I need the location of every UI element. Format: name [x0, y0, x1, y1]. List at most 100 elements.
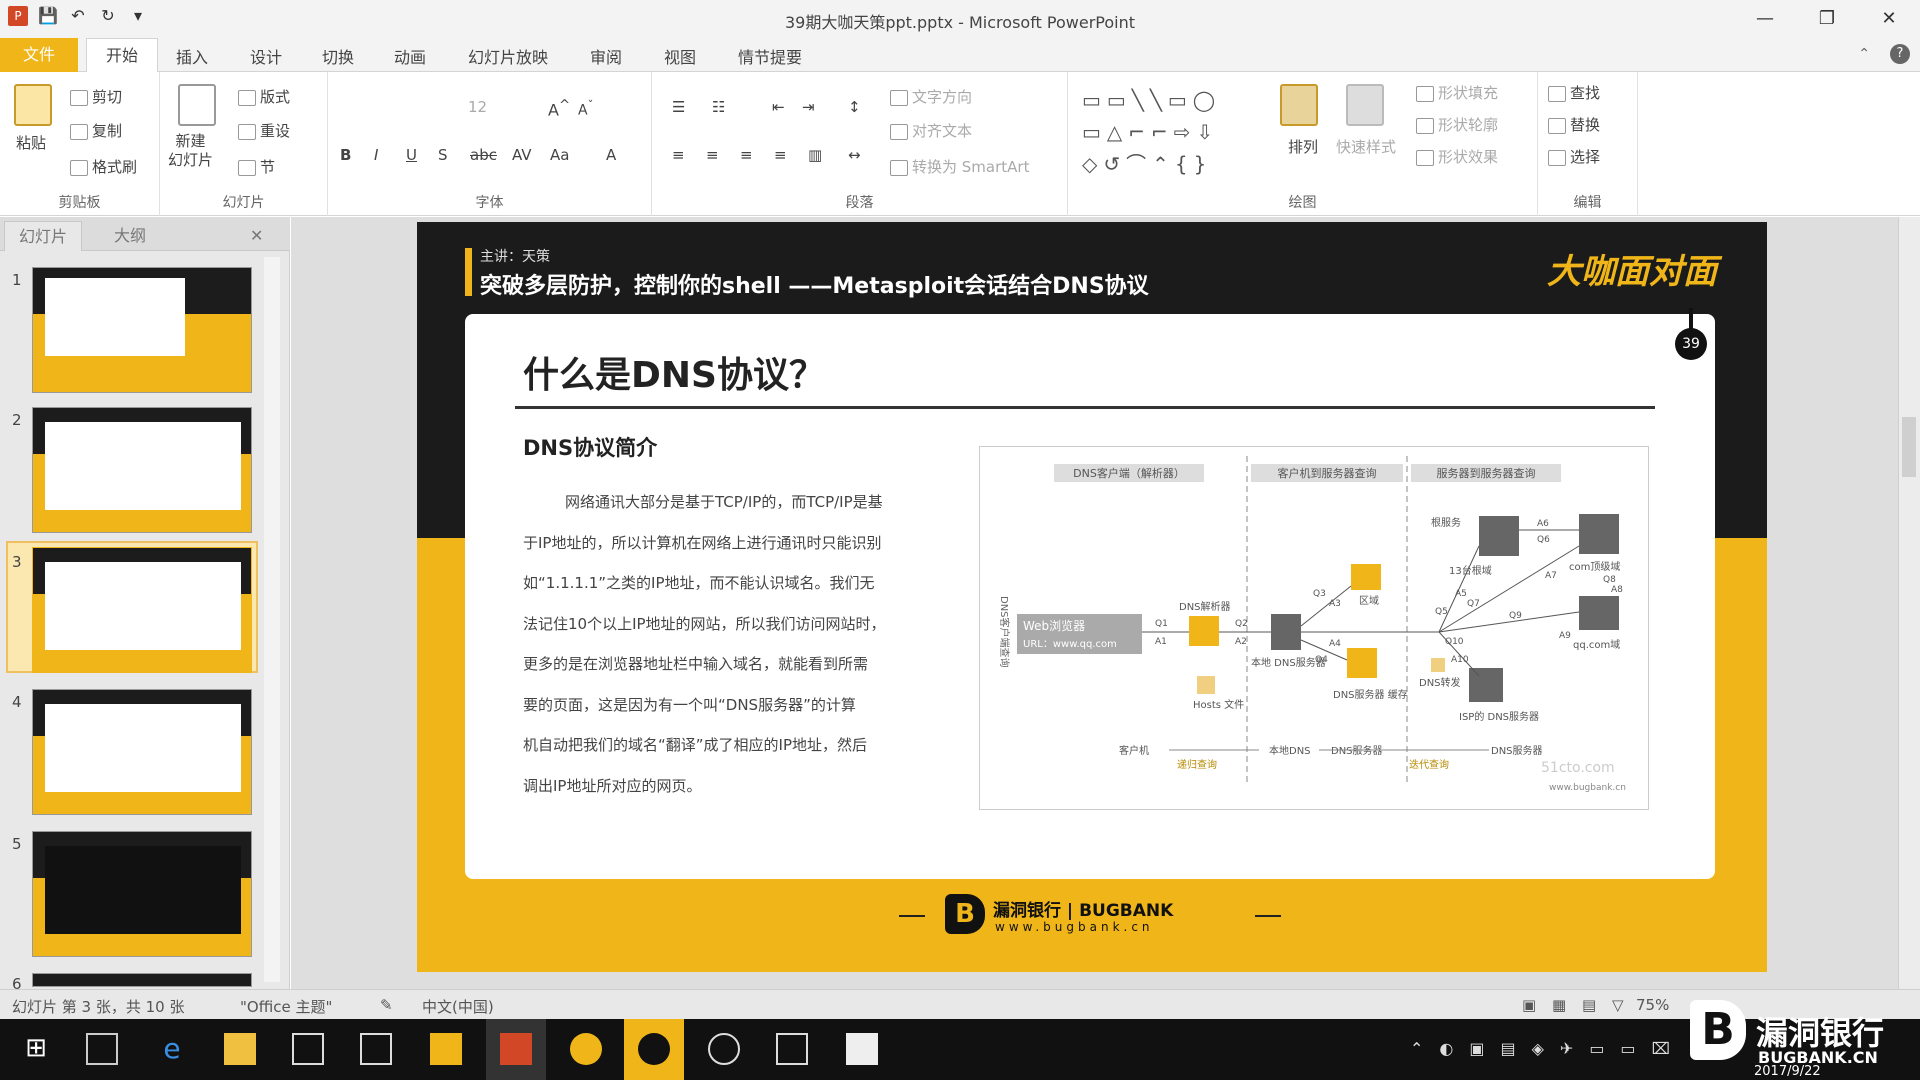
tab-insert[interactable]: 插入: [176, 44, 208, 68]
shrink-font-icon[interactable]: Aˇ: [578, 98, 593, 119]
tab-slideshow[interactable]: 幻灯片放映: [468, 44, 548, 68]
minimize-button[interactable]: —: [1734, 0, 1796, 38]
reset-button[interactable]: 重设: [238, 120, 290, 141]
tab-animations[interactable]: 动画: [394, 44, 426, 68]
slide-thumbnail-5[interactable]: [32, 831, 252, 957]
cut-button[interactable]: 剪切: [70, 86, 122, 107]
align-right-icon[interactable]: ≡: [740, 146, 753, 164]
text-direction-icon[interactable]: ↔: [848, 146, 861, 164]
edge-icon[interactable]: e: [156, 1033, 188, 1065]
close-button[interactable]: ✕: [1858, 0, 1920, 38]
shape-effects-button[interactable]: 形状效果: [1416, 146, 1498, 167]
tab-view[interactable]: 视图: [664, 44, 696, 68]
brand-logo: 大咖面对面: [1547, 252, 1717, 292]
tab-design[interactable]: 设计: [250, 44, 282, 68]
bold-icon[interactable]: B: [340, 146, 351, 164]
chrome-icon[interactable]: [570, 1033, 602, 1065]
vertical-scrollbar[interactable]: [1898, 217, 1920, 989]
terminal-icon[interactable]: [776, 1033, 808, 1065]
new-slide-icon[interactable]: [178, 84, 216, 126]
pane-scrollbar[interactable]: [264, 257, 280, 982]
thumb-card: [45, 562, 241, 650]
restore-button[interactable]: ❐: [1796, 0, 1858, 38]
resolver-icon: [1189, 616, 1219, 646]
windows-start-icon[interactable]: ⊞: [20, 1033, 52, 1065]
browser-label: Web浏览器: [1023, 618, 1085, 633]
language-indicator[interactable]: 中文(中国): [422, 996, 494, 1017]
replace-button[interactable]: 替换: [1548, 114, 1600, 135]
smartart-button[interactable]: 转换为 SmartArt: [890, 156, 1029, 177]
increase-indent-icon[interactable]: ⇥: [802, 98, 815, 116]
zoom-level[interactable]: 75%: [1636, 996, 1669, 1014]
columns-icon[interactable]: ▥: [808, 146, 822, 164]
change-case-icon[interactable]: Aa: [550, 146, 569, 164]
body-line: 如“1.1.1.1”之类的IP地址，而不能认识域名。我们无: [523, 574, 875, 592]
shadow-icon[interactable]: S: [438, 146, 448, 164]
scroll-thumb[interactable]: [1902, 417, 1916, 477]
select-button[interactable]: 选择: [1548, 146, 1600, 167]
help-icon[interactable]: ?: [1890, 44, 1910, 64]
slideshow-view-icon[interactable]: ▽: [1612, 996, 1624, 1014]
normal-view-icon[interactable]: ▣: [1522, 996, 1536, 1014]
quick-styles-button[interactable]: 快速样式: [1336, 136, 1396, 157]
char-spacing-icon[interactable]: AV: [512, 146, 532, 164]
numbering-icon[interactable]: ☷: [712, 98, 725, 116]
copy-button[interactable]: 复制: [70, 120, 122, 141]
notepad-icon[interactable]: [846, 1033, 878, 1065]
tab-slides-pane[interactable]: 幻灯片: [4, 221, 83, 251]
new-slide-button[interactable]: 新建 幻灯片: [168, 132, 213, 170]
arrange-icon[interactable]: [1280, 84, 1318, 126]
tab-review[interactable]: 审阅: [590, 44, 622, 68]
tab-file[interactable]: 文件: [0, 38, 78, 72]
slide-thumbnail-1[interactable]: [32, 267, 252, 393]
text-direction-button[interactable]: 文字方向: [890, 86, 972, 107]
justify-icon[interactable]: ≡: [774, 146, 787, 164]
underline-icon[interactable]: U: [406, 146, 417, 164]
store-icon[interactable]: [292, 1033, 324, 1065]
tab-storyboarding[interactable]: 情节提要: [738, 44, 802, 68]
shapes-gallery[interactable]: ▭▭╲╲▭◯ ▭△⌐⌐⇨⇩ ◇↺⌒⌃{}: [1082, 84, 1262, 180]
tab-outline-pane[interactable]: 大纲: [100, 221, 160, 251]
font-color-icon[interactable]: A: [606, 146, 616, 164]
decrease-indent-icon[interactable]: ⇤: [772, 98, 785, 116]
mail-icon[interactable]: [360, 1033, 392, 1065]
align-text-button[interactable]: 对齐文本: [890, 120, 972, 141]
shape-outline-button[interactable]: 形状轮廓: [1416, 114, 1498, 135]
quick-styles-icon[interactable]: [1346, 84, 1384, 126]
task-view-icon[interactable]: [86, 1033, 118, 1065]
slide-sorter-icon[interactable]: ▦: [1552, 996, 1566, 1014]
strikethrough-icon[interactable]: abc: [470, 146, 497, 164]
pane-close-icon[interactable]: ✕: [250, 221, 263, 251]
collapse-ribbon-icon[interactable]: ⌃: [1858, 46, 1870, 62]
reading-view-icon[interactable]: ▤: [1582, 996, 1596, 1014]
italic-icon[interactable]: I: [374, 146, 378, 164]
tab-home[interactable]: 开始: [86, 38, 158, 73]
slide-thumbnail-6[interactable]: [32, 973, 252, 987]
bullets-icon[interactable]: ☰: [672, 98, 685, 116]
line-spacing-icon[interactable]: ↕: [848, 98, 861, 116]
paste-button[interactable]: 粘贴: [16, 132, 46, 153]
grow-font-icon[interactable]: A^: [548, 98, 570, 119]
shape-fill-button[interactable]: 形状填充: [1416, 82, 1498, 103]
obs-icon[interactable]: [708, 1033, 740, 1065]
system-tray[interactable]: ⌃◐▣▤◈✈▭▭⌧: [1410, 1039, 1686, 1058]
file-explorer-icon[interactable]: [224, 1033, 256, 1065]
arrange-button[interactable]: 排列: [1288, 136, 1318, 157]
powerpoint-taskbar-icon[interactable]: [500, 1033, 532, 1065]
spellcheck-icon[interactable]: ✎: [380, 996, 393, 1014]
tab-transitions[interactable]: 切换: [322, 44, 354, 68]
font-size-select[interactable]: 12: [468, 98, 487, 116]
format-painter-button[interactable]: 格式刷: [70, 156, 137, 177]
theme-name: "Office 主题": [240, 998, 333, 1016]
find-button[interactable]: 查找: [1548, 82, 1600, 103]
slide-thumbnail-4[interactable]: [32, 689, 252, 815]
slide-thumbnail-3[interactable]: [32, 547, 252, 673]
layout-button[interactable]: 版式: [238, 86, 290, 107]
paste-icon[interactable]: [14, 84, 52, 126]
section-button[interactable]: 节: [238, 156, 275, 177]
recorder-icon[interactable]: [638, 1033, 670, 1065]
align-center-icon[interactable]: ≡: [706, 146, 719, 164]
align-left-icon[interactable]: ≡: [672, 146, 685, 164]
app-icon[interactable]: [430, 1033, 462, 1065]
slide-thumbnail-2[interactable]: [32, 407, 252, 533]
